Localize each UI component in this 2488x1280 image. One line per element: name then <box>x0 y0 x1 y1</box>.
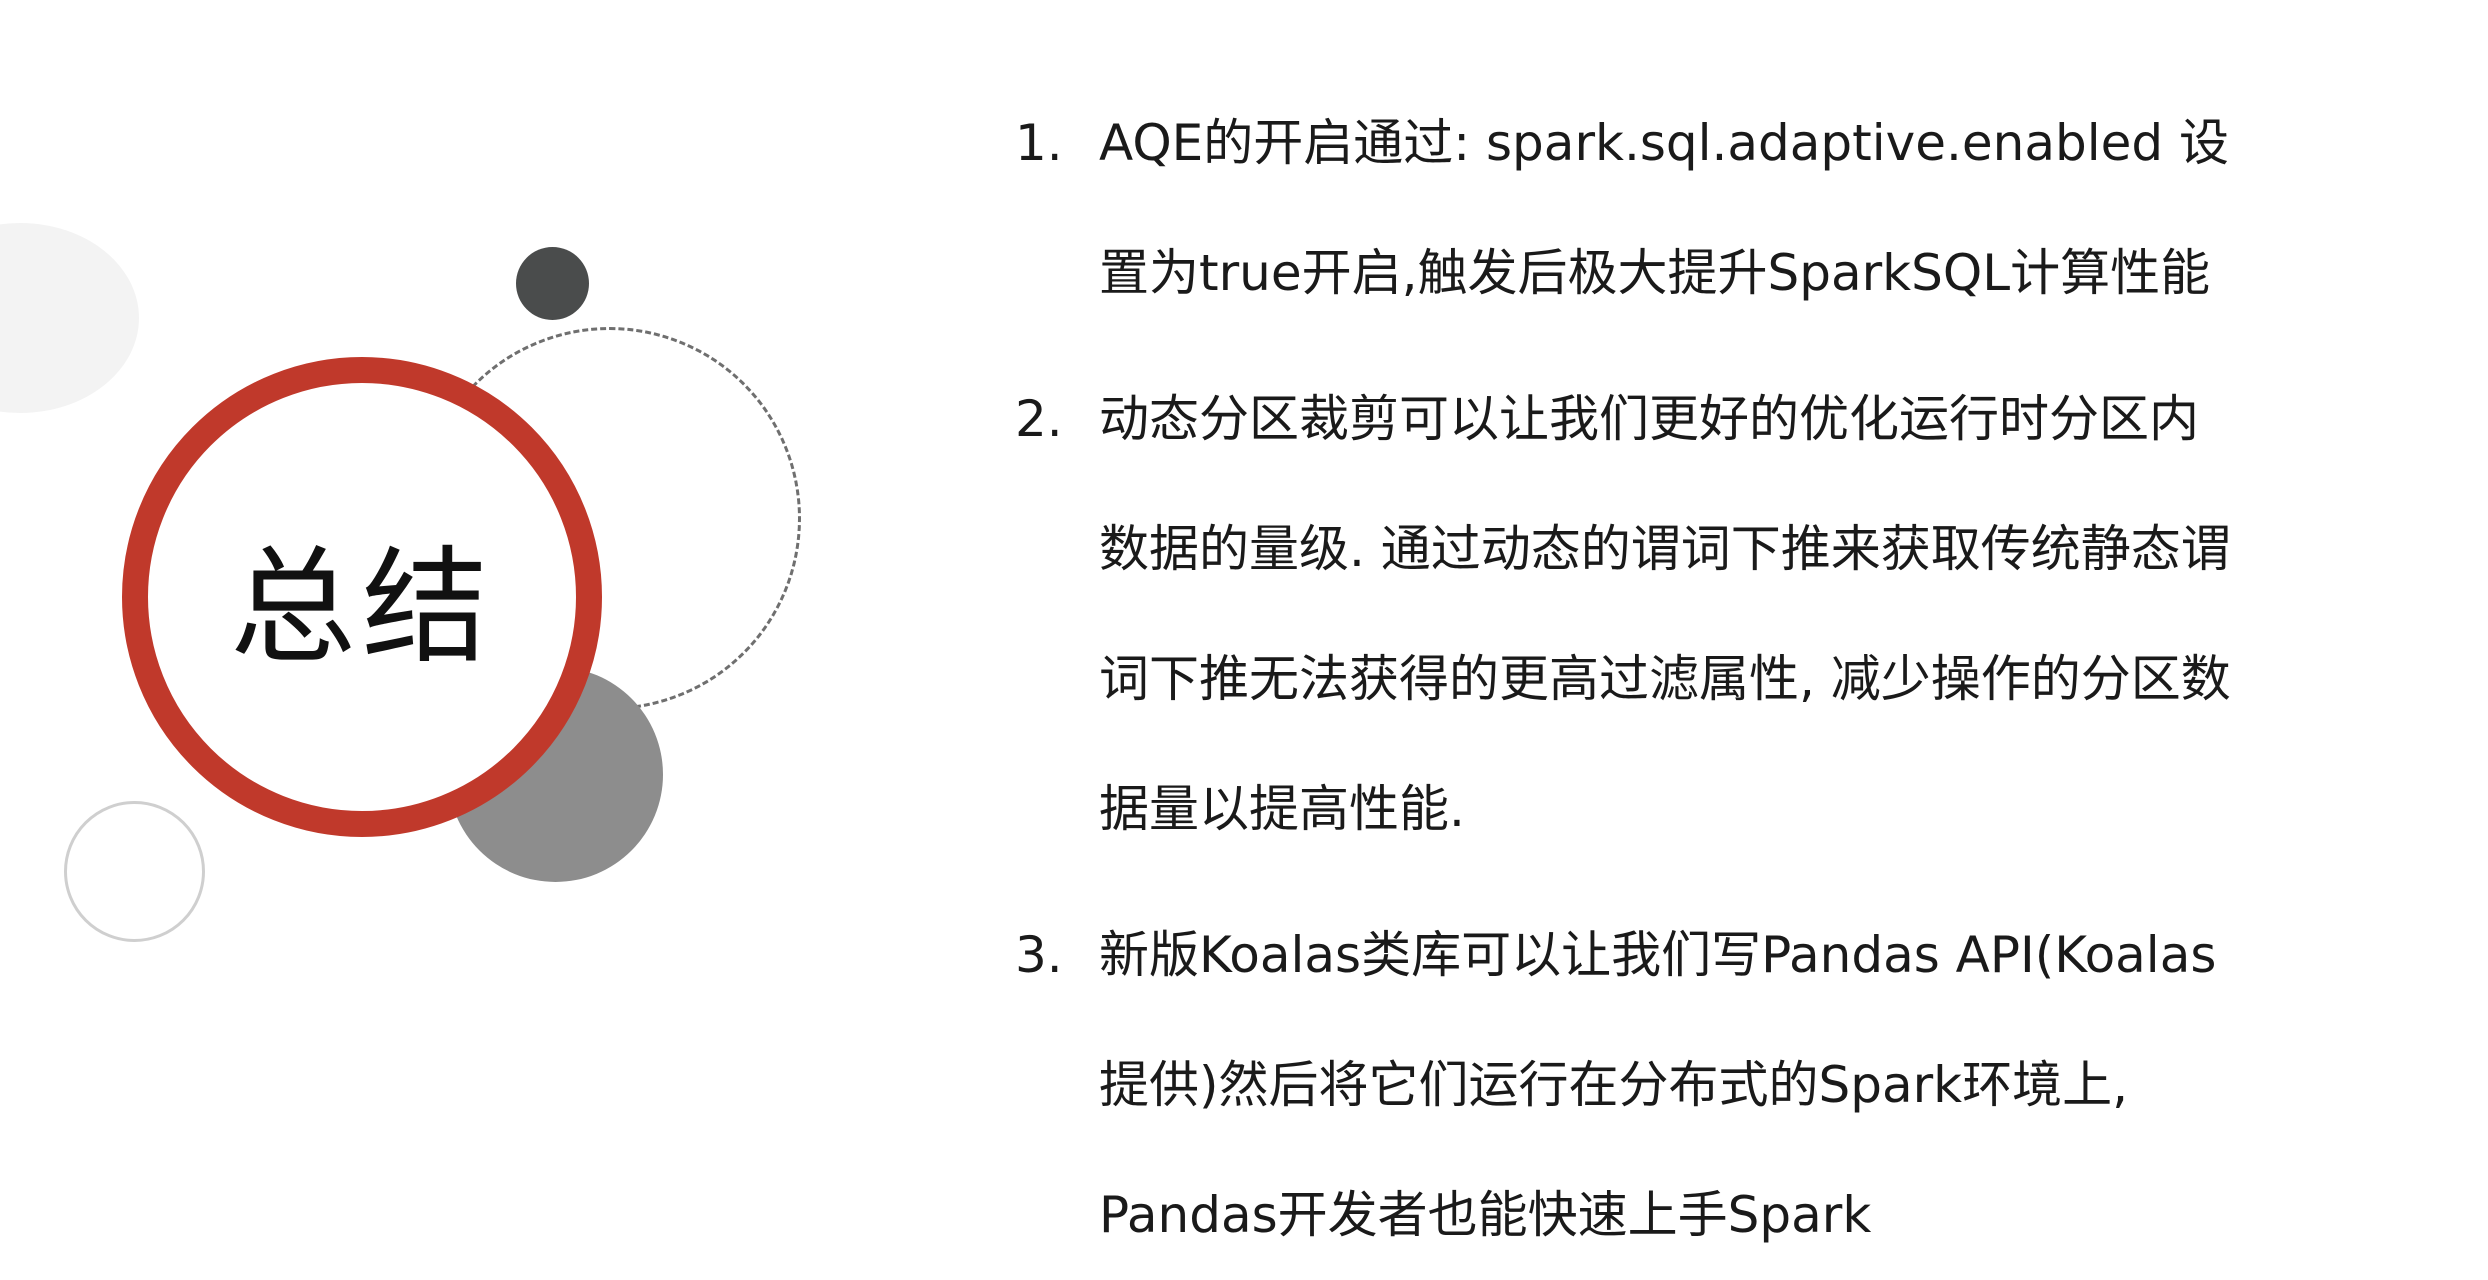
list-item: 3. 新版Koalas类库可以让我们写Pandas API(Koalas 提供)… <box>1015 890 2435 1280</box>
item-line: 新版Koalas类库可以让我们写Pandas API(Koalas <box>1099 926 2217 984</box>
dark-decor-dot <box>516 247 589 320</box>
list-item: 2. 动态分区裁剪可以让我们更好的优化运行时分区内 数据的量级. 通过动态的谓词… <box>1015 354 2435 874</box>
item-line: 动态分区裁剪可以让我们更好的优化运行时分区内 <box>1099 390 2199 448</box>
outline-decor-circle <box>64 801 205 942</box>
item-number: 2. <box>1015 390 1063 448</box>
item-number: 3. <box>1015 926 1063 984</box>
item-line: 据量以提高性能. <box>1099 780 1465 838</box>
item-line: AQE的开启通过: spark.sql.adaptive.enabled 设 <box>1099 114 2230 172</box>
item-line: 置为true开启,触发后极大提升SparkSQL计算性能 <box>1099 244 2211 302</box>
slide-title: 总结 <box>230 534 494 681</box>
item-number: 1. <box>1015 114 1063 172</box>
item-line: Pandas开发者也能快速上手Spark <box>1099 1186 1872 1244</box>
list-item: 1. AQE的开启通过: spark.sql.adaptive.enabled … <box>1015 78 2435 338</box>
item-line: 提供)然后将它们运行在分布式的Spark环境上, <box>1099 1056 2129 1114</box>
title-ring: 总结 <box>122 357 602 837</box>
item-line: 数据的量级. 通过动态的谓词下推来获取传统静态谓 <box>1099 520 2231 578</box>
slide: 总结 1. AQE的开启通过: spark.sql.adaptive.enabl… <box>0 0 2488 1248</box>
item-line: 词下推无法获得的更高过滤属性, 减少操作的分区数 <box>1099 650 2231 708</box>
pale-decor-circle <box>0 223 139 413</box>
summary-list: 1. AQE的开启通过: spark.sql.adaptive.enabled … <box>1015 78 2435 1280</box>
